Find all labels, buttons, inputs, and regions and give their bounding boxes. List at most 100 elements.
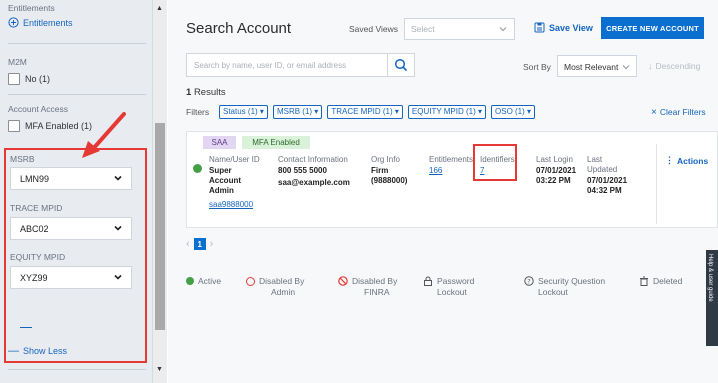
filter-chips: Status (1) ▾ MSRB (1) ▾ TRACE MPID (1) ▾… [219,105,536,119]
legend-disabled-finra-label: Disabled By FINRA [352,276,398,297]
question-circle-icon: ? [524,276,534,286]
last-updated-header: Last Updated [587,155,617,175]
divider [8,43,146,44]
legend-active: Active [186,276,221,287]
filter-chip-equity-mpid[interactable]: EQUITY MPID (1) ▾ [407,105,487,119]
filter-chip-oso[interactable]: OSO (1) ▾ [491,105,536,119]
search-placeholder: Search by name, user ID, or email addres… [194,61,347,70]
legend-security-lockout: ? Security Question Lockout [524,276,605,298]
divider [8,94,146,95]
arrow-down-icon: ↓ [648,61,653,71]
legend-password-lockout-label: Password Lockout [437,276,475,297]
filter-chip-trace-mpid[interactable]: TRACE MPID (1) ▾ [327,105,403,119]
save-icon [534,22,545,33]
actions-label: Actions [677,155,709,166]
msrb-value: LMN99 [20,174,50,184]
date-line: 04:32 PM [587,186,622,195]
tag-mfa-enabled: MFA Enabled [242,136,310,149]
entitlements-add-filter[interactable]: Entitlements [8,17,73,28]
org-info-value: Firm (9888000) [371,166,407,186]
tag-saa: SAA [203,136,236,149]
saved-views-label: Saved Views [349,24,398,34]
msrb-label: MSRB [10,154,35,164]
filter-chip-msrb[interactable]: MSRB (1) ▾ [272,105,323,119]
saved-views-placeholder: Select [411,24,435,34]
pagination-next-icon[interactable]: › [210,238,214,250]
legend-active-label: Active [198,276,222,286]
entitlements-count-link[interactable]: 166 [429,166,442,175]
header-line: Last [587,155,603,164]
m2m-no-option[interactable]: No (1) [8,73,50,85]
pagination-page-current[interactable]: 1 [193,238,206,250]
contact-info-header: Contact Information [278,155,348,164]
pagination: ‹ 1 › [186,238,213,250]
lock-icon [423,276,433,286]
scroll-up-icon[interactable]: ▲ [156,5,163,12]
close-icon: × [651,106,657,118]
plus-circle-icon [8,17,19,28]
identifiers-count-link[interactable]: 7 [480,166,484,175]
phone-number: 800 555 5000 [278,166,327,175]
pagination-prev-icon[interactable]: ‹ [186,238,190,250]
equity-mpid-label: EQUITY MPID [10,252,66,262]
filters-label: Filters [186,107,210,117]
active-status-dot [193,164,202,173]
name-line: Account [209,176,241,185]
date-line: 07/01/2021 [587,176,628,185]
equity-mpid-select[interactable]: XYZ99 [10,266,132,289]
help-side-tab[interactable]: Help & user guide [706,250,718,346]
help-side-tab-label: Help & user guide [707,254,713,302]
filter-sidebar: Entitlements Entitlements M2M No (1) Acc… [0,0,153,383]
sort-by-label: Sort By [523,62,551,72]
save-view-button[interactable]: Save View [534,22,593,33]
clear-filters-button[interactable]: × Clear Filters [651,107,706,117]
chevron-down-icon [113,272,123,282]
date-line: 07/01/2021 [536,166,577,175]
chevron-down-icon [113,173,123,183]
results-number: 1 [186,87,192,98]
trace-mpid-select[interactable]: ABC02 [10,217,132,240]
actions-divider [656,144,657,224]
account-access-label: Account Access [8,104,69,114]
legend-disabled-finra: Disabled By FINRA [338,276,397,298]
descending-label: Descending [655,61,701,71]
legend-disabled-admin: Disabled By Admin [246,276,304,298]
search-icon[interactable] [387,54,414,76]
msrb-select[interactable]: LMN99 [10,167,132,190]
equity-mpid-value: XYZ99 [20,273,48,283]
legend-password-lockout: Password Lockout [423,276,474,298]
entitlements-section-label: Entitlements [8,3,55,13]
last-updated-value: 07/01/2021 04:32 PM [587,176,627,196]
last-login-value: 07/01/2021 03:22 PM [536,166,576,186]
svg-text:?: ? [527,278,530,286]
search-input[interactable]: Search by name, user ID, or email addres… [186,53,415,77]
mfa-enabled-checkbox[interactable] [8,120,20,132]
chevron-down-icon [113,223,123,233]
blocked-icon [338,276,348,286]
saved-views-select[interactable]: Select [404,18,515,40]
user-id-link[interactable]: saa9888000 [209,200,253,209]
divider [8,369,146,370]
scroll-down-icon[interactable]: ▼ [156,366,163,373]
chevron-down-icon [498,24,508,34]
legend-security-lockout-label: Security Question Lockout [538,276,606,297]
last-login-header: Last Login [536,155,573,164]
descending-toggle[interactable]: ↓ Descending [648,61,700,71]
results-count: 1 Results [186,87,226,98]
filter-chip-status[interactable]: Status (1) ▾ [219,105,268,119]
trace-mpid-label: TRACE MPID [10,203,63,213]
show-less-label: Show Less [23,346,68,356]
m2m-no-checkbox[interactable] [8,73,20,85]
date-line: 03:22 PM [536,176,571,185]
save-view-label: Save View [549,22,593,33]
sidebar-scrollbar-thumb[interactable] [155,123,165,330]
name-userid-header: Name/User ID [209,155,260,164]
show-less-button[interactable]: — Show Less [8,345,68,356]
divider [20,327,32,328]
actions-menu-button[interactable]: ⋮ Actions [665,155,708,166]
trace-mpid-value: ABC02 [20,224,49,234]
account-name: Super Account Admin [209,166,241,196]
org-info-header: Org Info [371,155,400,164]
create-new-account-button[interactable]: CREATE NEW ACCOUNT [601,17,704,39]
sort-by-select[interactable]: Most Relevant [557,55,637,77]
